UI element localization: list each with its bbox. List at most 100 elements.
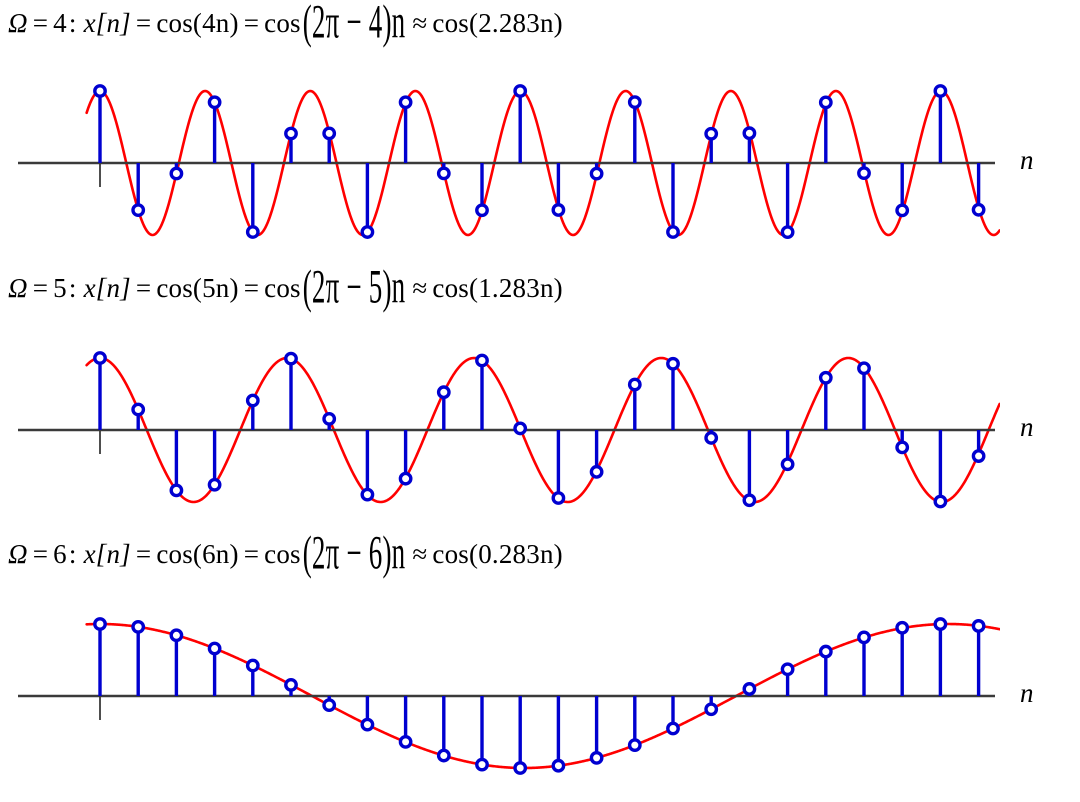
plot-omega-6 [0, 608, 1000, 784]
omega-value-3: 6 [53, 539, 67, 569]
sample-marker [704, 702, 719, 717]
expr-cos-omega-n-3: cos(6n) [156, 539, 239, 569]
sample-marker [704, 126, 719, 141]
colon-1: : [68, 8, 77, 38]
sample-marker [551, 758, 566, 773]
signal-label-3: x[n] [83, 539, 131, 569]
equals-2c: = [243, 273, 260, 303]
expr-cos-open-3: cos [264, 539, 301, 569]
sample-marker [857, 630, 871, 645]
equals-2: = [32, 273, 49, 303]
sample-marker [398, 471, 413, 486]
equation-omega-5: Ω = 5: x[n] = cos(5n) = cos(2π − 5)n ≈ cos(1.283n… [8, 263, 563, 310]
sample-marker [131, 402, 146, 417]
sample-marker [398, 95, 413, 110]
sample-marker [857, 361, 871, 376]
expr-alias-3: cos(0.283n) [432, 539, 563, 569]
sample-marker [589, 166, 604, 181]
sample-marker [627, 738, 642, 753]
sample-marker [780, 225, 795, 240]
sample-marker [780, 457, 795, 472]
sample-marker [436, 385, 451, 400]
colon-3: : [68, 539, 77, 569]
axis-label-n-1: n [1020, 145, 1034, 175]
sample-marker [360, 487, 375, 502]
sample-marker [284, 678, 298, 692]
sample-marker [971, 619, 986, 633]
sample-marker [475, 203, 489, 218]
omega-value-1: 4 [53, 8, 67, 38]
sample-marker [971, 449, 986, 463]
sample-marker [360, 717, 375, 732]
sample-marker [933, 494, 948, 509]
plot-omega-5 [0, 342, 1000, 518]
sample-marker [513, 761, 528, 775]
sample-marker [207, 477, 222, 492]
sample-marker [627, 95, 642, 110]
stem-series [93, 84, 986, 240]
sample-marker [551, 203, 566, 217]
sample-marker [857, 166, 871, 181]
sample-marker [93, 351, 107, 365]
sample-marker [284, 126, 298, 141]
sample-marker [818, 644, 833, 659]
sample-marker [475, 757, 489, 772]
sample-marker [704, 431, 719, 445]
sample-marker [513, 421, 528, 436]
sample-marker [742, 126, 757, 141]
sample-marker [436, 748, 451, 763]
sample-marker [245, 393, 260, 408]
sample-marker [666, 721, 680, 736]
expr-cos-omega-n-1: cos(4n) [156, 8, 239, 38]
sample-marker [475, 353, 489, 368]
omega-symbol-3: Ω [8, 539, 28, 569]
signal-label-2: x[n] [83, 273, 131, 303]
sample-marker [245, 225, 260, 239]
big-paren-3: (2π − 6)n [302, 526, 406, 579]
sample-marker [551, 491, 566, 505]
approx-sign-1: ≈ [412, 8, 428, 38]
sample-marker [131, 203, 146, 217]
sample-marker [589, 750, 604, 765]
omega-symbol-1: Ω [8, 8, 28, 38]
sample-marker [780, 662, 795, 677]
sample-marker [207, 641, 222, 656]
sample-marker [895, 620, 910, 635]
sample-marker [666, 225, 680, 239]
approx-sign-3: ≈ [412, 539, 428, 569]
sample-marker [742, 493, 757, 508]
expr-alias-1: cos(2.283n) [432, 8, 563, 38]
sample-marker [818, 370, 833, 385]
equals-3: = [32, 539, 49, 569]
sample-marker [971, 202, 986, 217]
sample-marker [207, 95, 222, 110]
sample-marker [322, 126, 337, 141]
sample-marker [322, 412, 337, 426]
expr-cos-open-1: cos [264, 8, 301, 38]
sample-marker [895, 203, 910, 218]
sample-marker [933, 617, 948, 631]
sample-marker [169, 483, 184, 498]
sample-marker [627, 377, 642, 392]
sample-marker [93, 84, 107, 98]
sample-marker [436, 166, 451, 181]
sample-marker [818, 95, 833, 110]
sample-marker [131, 619, 146, 634]
equals-1: = [32, 8, 49, 38]
equals-2b: = [135, 273, 152, 303]
sample-marker [284, 351, 298, 366]
stem-plot-svg [18, 84, 1000, 240]
colon-2: : [68, 273, 77, 303]
sample-marker [245, 658, 260, 673]
equation-omega-4: Ω = 4: x[n] = cos(4n) = cos(2π − 4)n ≈ cos(2.283n… [8, 0, 563, 45]
signal-label-1: x[n] [83, 8, 131, 38]
expr-cos-omega-n-2: cos(5n) [156, 273, 239, 303]
sample-marker [742, 682, 757, 696]
sample-marker [322, 698, 337, 713]
plot-omega-4 [0, 75, 1000, 251]
equation-omega-6: Ω = 6: x[n] = cos(6n) = cos(2π − 6)n ≈ cos(0.283n… [8, 529, 563, 576]
sample-marker [513, 84, 528, 98]
axis-label-n-3: n [1020, 678, 1034, 708]
sample-marker [398, 734, 413, 749]
axis-label-n-2: n [1020, 412, 1034, 442]
